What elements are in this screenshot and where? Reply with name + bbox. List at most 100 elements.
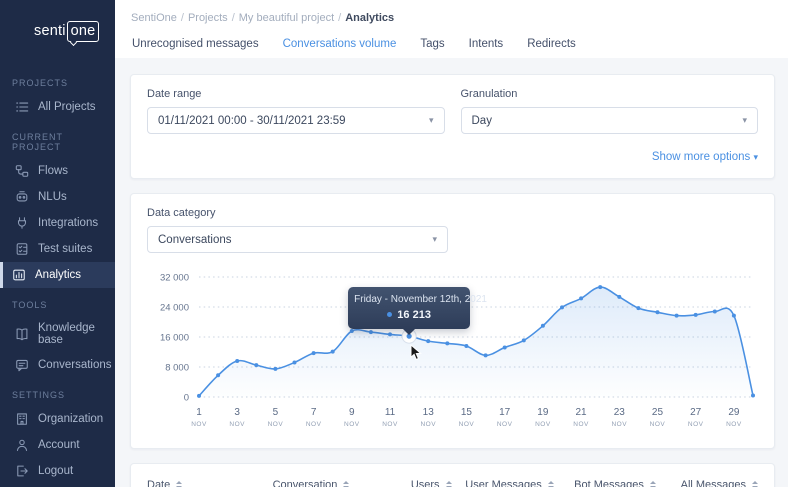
data-category-label: Data category — [147, 207, 758, 219]
sidebar-section-label: Current project — [0, 120, 115, 158]
table-header-row: Date Conversation Users User Messages Bot Me… — [147, 478, 758, 487]
x-axis-tick-day: 17 — [499, 407, 511, 418]
y-axis-tick: 16 000 — [160, 333, 189, 344]
tab-bar: Unrecognised messages Conversations volum… — [115, 24, 788, 61]
column-header-date: Date — [147, 478, 247, 487]
breadcrumb-item[interactable]: My beautiful project — [239, 12, 334, 24]
x-axis-tick-month: NOV — [191, 421, 207, 428]
plug-icon — [15, 216, 29, 230]
x-axis-tick-month: NOV — [726, 421, 742, 428]
logo-bubble-one: one — [67, 21, 100, 42]
x-axis-tick-day: 21 — [576, 407, 588, 418]
filters-card: Date range 01/11/2021 00:00 - 30/11/2021… — [130, 74, 775, 179]
x-axis-tick-month: NOV — [459, 421, 475, 428]
breadcrumb-item[interactable]: SentiOne — [131, 12, 177, 24]
x-axis-tick-month: NOV — [688, 421, 704, 428]
date-range-select[interactable]: 01/11/2021 00:00 - 30/11/2021 23:59 ▾ — [147, 107, 445, 134]
x-axis-tick-day: 29 — [728, 407, 740, 418]
x-axis-tick-day: 1 — [196, 407, 202, 418]
breadcrumb-separator: / — [181, 12, 184, 24]
x-axis-tick-month: NOV — [268, 421, 284, 428]
date-range-value: 01/11/2021 00:00 - 30/11/2021 23:59 — [158, 115, 346, 127]
x-axis-tick-month: NOV — [344, 421, 360, 428]
show-more-options-link[interactable]: Show more options ▾ — [652, 151, 758, 163]
flows-icon — [15, 164, 29, 178]
sidebar-nav: ProjectsAll ProjectsCurrent projectFlows… — [0, 66, 115, 484]
tab-unrecognised-messages[interactable]: Unrecognised messages — [131, 34, 260, 60]
sentione-logo[interactable]: sentione — [0, 0, 115, 42]
chevron-down-icon: ▾ — [432, 234, 437, 245]
sidebar: sentione ProjectsAll ProjectsCurrent pro… — [0, 0, 115, 487]
series-dot-icon — [387, 312, 392, 317]
y-axis-tick: 24 000 — [160, 303, 189, 314]
x-axis-tick-month: NOV — [611, 421, 627, 428]
sidebar-item-all-projects[interactable]: All Projects — [0, 94, 115, 120]
x-axis-tick-day: 13 — [423, 407, 435, 418]
chat-icon — [15, 358, 29, 372]
data-category-select[interactable]: Conversations ▾ — [147, 226, 448, 253]
x-axis-tick-day: 7 — [311, 407, 317, 418]
chart-tooltip: Friday - November 12th, 2021 16 213 — [348, 287, 470, 329]
content-area: Date range 01/11/2021 00:00 - 30/11/2021… — [115, 58, 788, 487]
sidebar-item-analytics[interactable]: Analytics — [0, 262, 115, 288]
results-table-card: Date Conversation Users User Messages Bot Me… — [130, 463, 775, 487]
x-axis-tick-month: NOV — [306, 421, 322, 428]
column-label: All Messages — [681, 479, 746, 487]
x-axis-tick-month: NOV — [497, 421, 513, 428]
column-header-bot-messages: Bot Messages — [554, 478, 656, 487]
x-axis-tick-day: 9 — [349, 407, 355, 418]
sidebar-section-label: Settings — [0, 378, 115, 406]
sidebar-item-label: NLUs — [38, 191, 67, 203]
conversations-volume-chart[interactable]: 08 00016 00024 00032 0001NOV3NOV5NOV7NOV… — [147, 269, 758, 435]
breadcrumb-separator: / — [232, 12, 235, 24]
chevron-down-icon: ▾ — [753, 152, 758, 162]
y-axis-tick: 32 000 — [160, 273, 189, 284]
x-axis-tick-day: 23 — [614, 407, 626, 418]
sidebar-item-label: All Projects — [38, 101, 96, 113]
sidebar-item-flows[interactable]: Flows — [0, 158, 115, 184]
sidebar-item-logout[interactable]: Logout — [0, 458, 115, 484]
granulation-select[interactable]: Day ▾ — [461, 107, 759, 134]
sidebar-item-label: Logout — [38, 465, 73, 477]
logout-icon — [15, 464, 29, 478]
column-label: Bot Messages — [574, 479, 644, 487]
breadcrumb-item: Analytics — [345, 12, 394, 24]
sidebar-section-label: Tools — [0, 288, 115, 316]
sidebar-item-account[interactable]: Account — [0, 432, 115, 458]
column-header-user-messages: User Messages — [452, 478, 554, 487]
breadcrumb: SentiOne/Projects/My beautiful project/A… — [115, 0, 788, 24]
x-axis-tick-day: 11 — [385, 407, 396, 418]
x-axis-tick-day: 19 — [537, 407, 549, 418]
sidebar-item-nlus[interactable]: NLUs — [0, 184, 115, 210]
sidebar-item-conversations[interactable]: Conversations — [0, 352, 115, 378]
x-axis-tick-month: NOV — [573, 421, 589, 428]
sidebar-item-organization[interactable]: Organization — [0, 406, 115, 432]
column-label: Conversation — [273, 479, 338, 487]
sidebar-item-knowledge-base[interactable]: Knowledge base — [0, 316, 115, 352]
sidebar-item-test-suites[interactable]: Test suites — [0, 236, 115, 262]
breadcrumb-item[interactable]: Projects — [188, 12, 228, 24]
sort-icon[interactable] — [176, 478, 182, 487]
column-label: User Messages — [465, 479, 541, 487]
sidebar-item-integrations[interactable]: Integrations — [0, 210, 115, 236]
person-icon — [15, 438, 29, 452]
robot-icon — [15, 190, 29, 204]
tab-redirects[interactable]: Redirects — [526, 34, 577, 60]
y-axis-tick: 8 000 — [165, 363, 189, 374]
analytics-icon — [12, 268, 26, 282]
x-axis-tick-day: 3 — [234, 407, 240, 418]
column-label: Date — [147, 479, 170, 487]
y-axis-tick: 0 — [184, 393, 189, 404]
sort-icon[interactable] — [752, 478, 758, 487]
column-header-all-messages: All Messages — [656, 478, 758, 487]
granulation-value: Day — [472, 115, 492, 127]
tab-tags[interactable]: Tags — [419, 34, 445, 60]
x-axis-tick-month: NOV — [420, 421, 436, 428]
book-icon — [15, 327, 29, 341]
sidebar-item-label: Integrations — [38, 217, 98, 229]
column-header-users: Users — [349, 478, 451, 487]
tab-intents[interactable]: Intents — [468, 34, 505, 60]
x-axis-tick-month: NOV — [650, 421, 666, 428]
tab-conversations-volume[interactable]: Conversations volume — [282, 34, 398, 60]
x-axis-tick-day: 15 — [461, 407, 473, 418]
